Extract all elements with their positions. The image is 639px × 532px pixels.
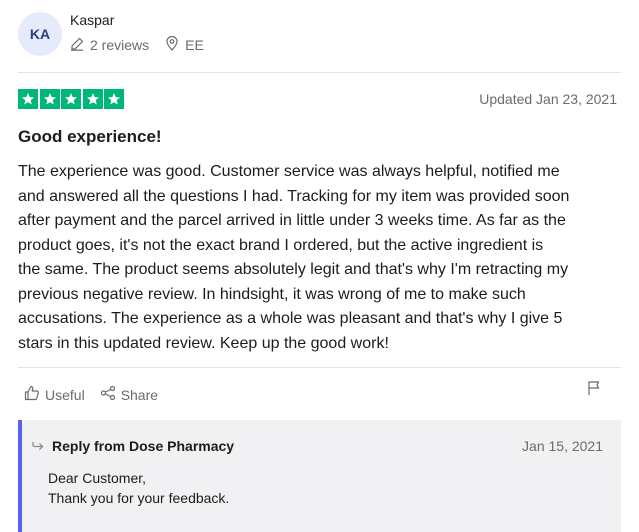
review-body-line: after payment and the parcel arrived in …: [18, 212, 566, 229]
reply-line: Dear Customer,: [48, 470, 147, 486]
review-body-line: the same. The product seems absolutely l…: [18, 261, 569, 278]
reviewer-info: Kaspar 2 reviews EE: [70, 10, 220, 54]
reviewer-header: KA Kaspar 2 reviews EE: [18, 10, 220, 56]
reviewer-name[interactable]: Kaspar: [70, 12, 220, 28]
avatar-initials: KA: [29, 26, 51, 42]
reply-body: Dear Customer, Thank you for your feedba…: [48, 468, 229, 508]
reply-from: Reply from Dose Pharmacy: [52, 438, 235, 454]
country-code: EE: [185, 37, 204, 53]
reply-arrow-icon: [32, 438, 44, 454]
header-divider: [18, 72, 621, 73]
share-button[interactable]: Share: [100, 385, 158, 404]
review-body-line: previous negative review. In hindsight, …: [18, 285, 526, 303]
reply-header: Reply from Dose Pharmacy Jan 15, 2021: [32, 438, 603, 454]
review-date: Updated Jan 23, 2021: [479, 91, 617, 107]
useful-button[interactable]: Useful: [24, 385, 85, 404]
reviews-count-label: 2 reviews: [90, 37, 150, 53]
review-body-line: accusations. The experience as a whole w…: [18, 310, 563, 327]
company-reply: Reply from Dose Pharmacy Jan 15, 2021 De…: [18, 420, 621, 532]
review-actions: Useful Share: [24, 385, 173, 404]
share-label: Share: [120, 386, 159, 403]
star-icon: [39, 89, 60, 109]
star-icon: [18, 89, 38, 109]
reviews-count: 2 reviews: [70, 37, 149, 54]
star-rating: [18, 89, 126, 109]
star-icon: [61, 89, 81, 109]
avatar[interactable]: KA: [18, 12, 62, 56]
thumbs-up-icon: [24, 385, 45, 404]
reply-date: Jan 15, 2021: [522, 438, 603, 454]
flag-icon: [587, 381, 601, 400]
location-pin-icon: [165, 35, 185, 54]
review-title[interactable]: Good experience!: [18, 127, 162, 147]
reviewer-location: EE: [165, 35, 204, 54]
star-icon: [82, 89, 103, 109]
star-icon: [104, 89, 124, 109]
review-body-line: stars in this updated review. Keep up th…: [18, 334, 389, 352]
review-body-line: and answered all the questions I had. Tr…: [18, 187, 570, 205]
review-body-line: product goes, it's not the exact brand I…: [18, 236, 544, 254]
share-icon: [100, 385, 121, 404]
reply-line: Thank you for your feedback.: [48, 490, 230, 506]
report-button[interactable]: [587, 380, 601, 401]
useful-label: Useful: [45, 386, 85, 403]
pencil-icon: [70, 37, 90, 54]
reviewer-meta: 2 reviews EE: [70, 35, 220, 54]
review-body: The experience was good. Customer servic…: [18, 160, 628, 356]
review-body-line: The experience was good. Customer servic…: [18, 163, 560, 180]
body-divider: [18, 367, 621, 368]
